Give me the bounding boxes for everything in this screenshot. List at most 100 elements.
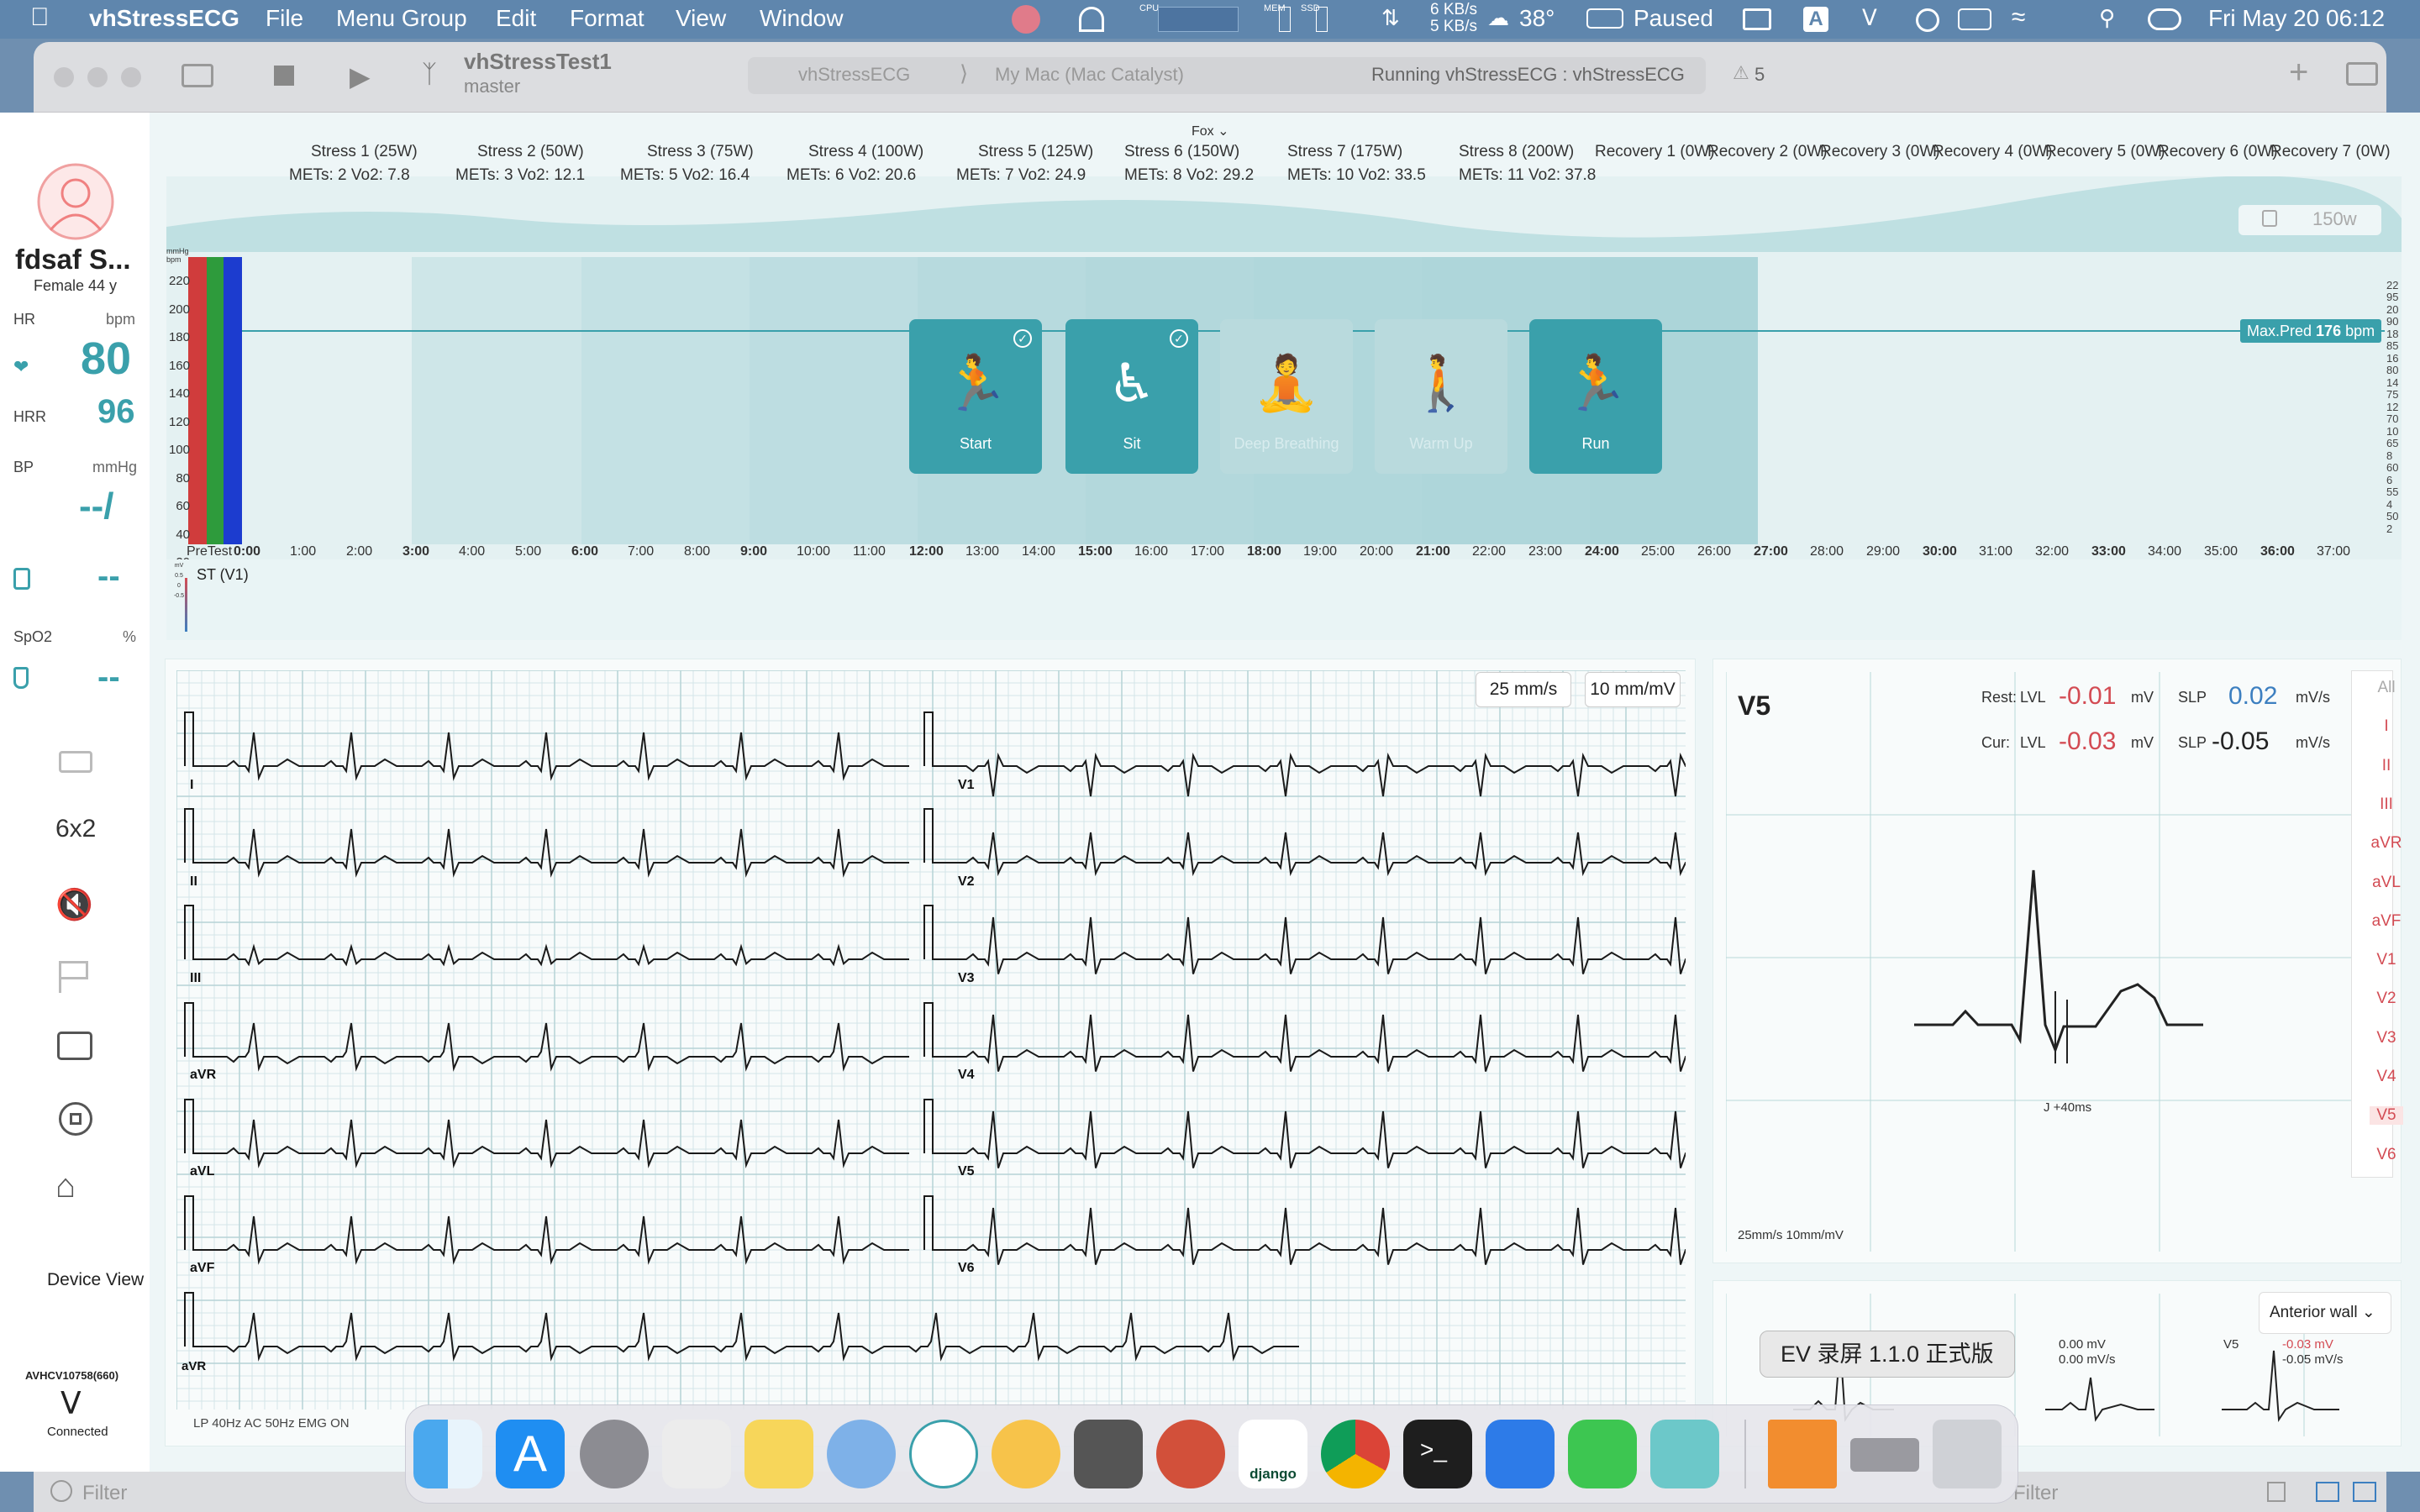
xcode-icon[interactable] [1486,1420,1555,1488]
flower-app-icon[interactable] [1012,5,1040,34]
lead-button-all[interactable]: All [2370,679,2403,697]
filter-input-left[interactable]: Filter [82,1482,127,1505]
app-store-icon[interactable]: A [496,1420,565,1488]
window-close-button[interactable] [54,67,74,87]
inspector-toggle-icon[interactable] [2346,62,2378,86]
lead-button-v4[interactable]: V4 [2370,1068,2403,1086]
lock-icon[interactable] [2262,210,2277,227]
window-minimize-button[interactable] [87,67,108,87]
app-menu[interactable]: vhStressECG [89,5,239,32]
trash-dock-icon[interactable] [1933,1420,2002,1488]
filter-icon[interactable] [50,1480,72,1502]
user-icon[interactable] [1916,8,1939,32]
print-icon[interactable] [57,1032,92,1060]
lead-button-v3[interactable]: V3 [2370,1029,2403,1047]
layout-toggle-button[interactable]: 6x2 [55,815,96,843]
trash-icon[interactable] [2267,1482,2286,1502]
ev-recorder-icon[interactable] [909,1420,978,1488]
vpn-app-icon[interactable] [1074,1420,1143,1488]
wifi-icon[interactable]: ≈ [2012,3,2025,32]
net-speed[interactable]: 6 KB/s 5 KB/s [1428,2,1477,35]
vlc-icon[interactable] [1768,1420,1837,1488]
spotlight-search-icon[interactable]: ⚲ [2099,5,2115,31]
action-run-button[interactable]: 🏃 Run [1529,319,1662,474]
control-center-icon[interactable] [2148,8,2181,30]
finder-icon[interactable] [413,1420,482,1488]
lead-button-avr[interactable]: aVR [2370,834,2403,853]
filter-input-right[interactable]: Filter [2013,1482,2058,1505]
lead-button-avf[interactable]: aVF [2370,912,2403,931]
network-arrows-icon[interactable]: ⇅ [1381,5,1400,31]
chrome-icon[interactable] [1321,1420,1390,1488]
ssd-gauge[interactable] [1316,7,1328,32]
action-sit-button[interactable]: ♿ Sit ✓ [1065,319,1198,474]
device-view-button[interactable]: Device View [47,1270,144,1290]
battery-icon[interactable] [1586,8,1623,29]
lead-button-v6[interactable]: V6 [2370,1146,2403,1164]
input-source-icon[interactable]: A [1803,7,1828,32]
warning-count[interactable]: 5 [1754,64,1765,86]
display-icon[interactable] [1743,8,1771,30]
instruments-icon[interactable] [1156,1420,1225,1488]
stop-record-icon[interactable] [59,1102,92,1136]
speed-button[interactable]: 25 mm/s [1476,672,1571,707]
battery-charge-icon[interactable] [1958,8,1991,30]
home-icon[interactable]: ⌂ [55,1168,76,1205]
wall-selector[interactable]: Anterior wall ⌄ [2259,1292,2391,1334]
stop-button[interactable] [274,66,294,86]
power-selector[interactable]: 150w [2238,205,2381,235]
bluetooth-icon[interactable]: ᐯ [1862,5,1877,31]
gain-button[interactable]: 10 mm/mV [1585,672,1681,707]
system-preferences-icon[interactable] [580,1420,649,1488]
filter-settings[interactable]: LP 40Hz AC 50Hz EMG ON [193,1416,350,1431]
run-button[interactable]: ▶ [350,60,371,92]
launchpad-icon[interactable] [662,1420,731,1488]
apple-icon[interactable]:  [30,3,50,32]
clock[interactable]: Fri May 20 06:12 [2208,5,2385,32]
terminal-icon[interactable]: >_ [1403,1420,1472,1488]
cyberduck-icon[interactable] [992,1420,1060,1488]
sidebar-toggle-icon[interactable] [182,64,213,87]
warning-icon[interactable]: ⚠ [1733,62,1749,84]
destination-selector[interactable]: My Mac (Mac Catalyst) [995,64,1184,86]
avatar[interactable] [37,163,114,240]
menu-file[interactable]: File [266,5,303,32]
camera-icon[interactable] [59,751,92,773]
add-tab-icon[interactable]: + [2289,54,2308,92]
menu-group[interactable]: Menu Group [336,5,467,32]
lead-button-iii[interactable]: III [2370,795,2403,814]
action-start-button[interactable]: 🏃 Start ✓ [909,319,1042,474]
lead-button-v2[interactable]: V2 [2370,990,2403,1008]
scheme-selector[interactable]: vhStressECG [798,64,910,86]
vhstressecg-icon[interactable] [1650,1420,1719,1488]
temperature[interactable]: 38° [1519,5,1555,32]
notes-icon[interactable] [744,1420,813,1488]
django-icon[interactable]: django [1239,1420,1307,1488]
vpn-icon[interactable] [1079,7,1104,32]
split-left-icon[interactable] [2316,1482,2339,1502]
patient-name[interactable]: fdsaf S... [15,244,131,276]
flag-icon[interactable] [59,961,89,993]
window-zoom-button[interactable] [121,67,141,87]
mem-gauge[interactable] [1279,7,1291,32]
lead-button-v1[interactable]: V1 [2370,951,2403,969]
lead-button-v5[interactable]: V5 [2370,1106,2403,1126]
project-name[interactable]: vhStressTest1 [464,49,612,75]
screen-recording-icon[interactable] [1850,1438,1919,1472]
cpu-graph[interactable] [1158,7,1239,32]
activity-view[interactable]: vhStressECG ⟩ My Mac (Mac Catalyst) Runn… [748,57,1706,94]
lead-button-avl[interactable]: aVL [2370,874,2403,892]
menu-window[interactable]: Window [760,5,844,32]
wechat-icon[interactable] [1568,1420,1637,1488]
menu-edit[interactable]: Edit [496,5,536,32]
battery-status[interactable]: Paused [1634,5,1713,32]
menu-format[interactable]: Format [570,5,644,32]
quicktime-icon[interactable] [827,1420,896,1488]
bluetooth-device-icon[interactable]: ᐯ [60,1386,82,1421]
menu-view[interactable]: View [676,5,726,32]
mute-icon[interactable]: 🔇 [55,887,93,922]
split-right-icon[interactable] [2353,1482,2376,1502]
lead-button-ii[interactable]: II [2370,757,2403,775]
lead-button-i[interactable]: I [2370,717,2403,736]
user-selector[interactable]: Fox ⌄ [1192,123,1229,139]
